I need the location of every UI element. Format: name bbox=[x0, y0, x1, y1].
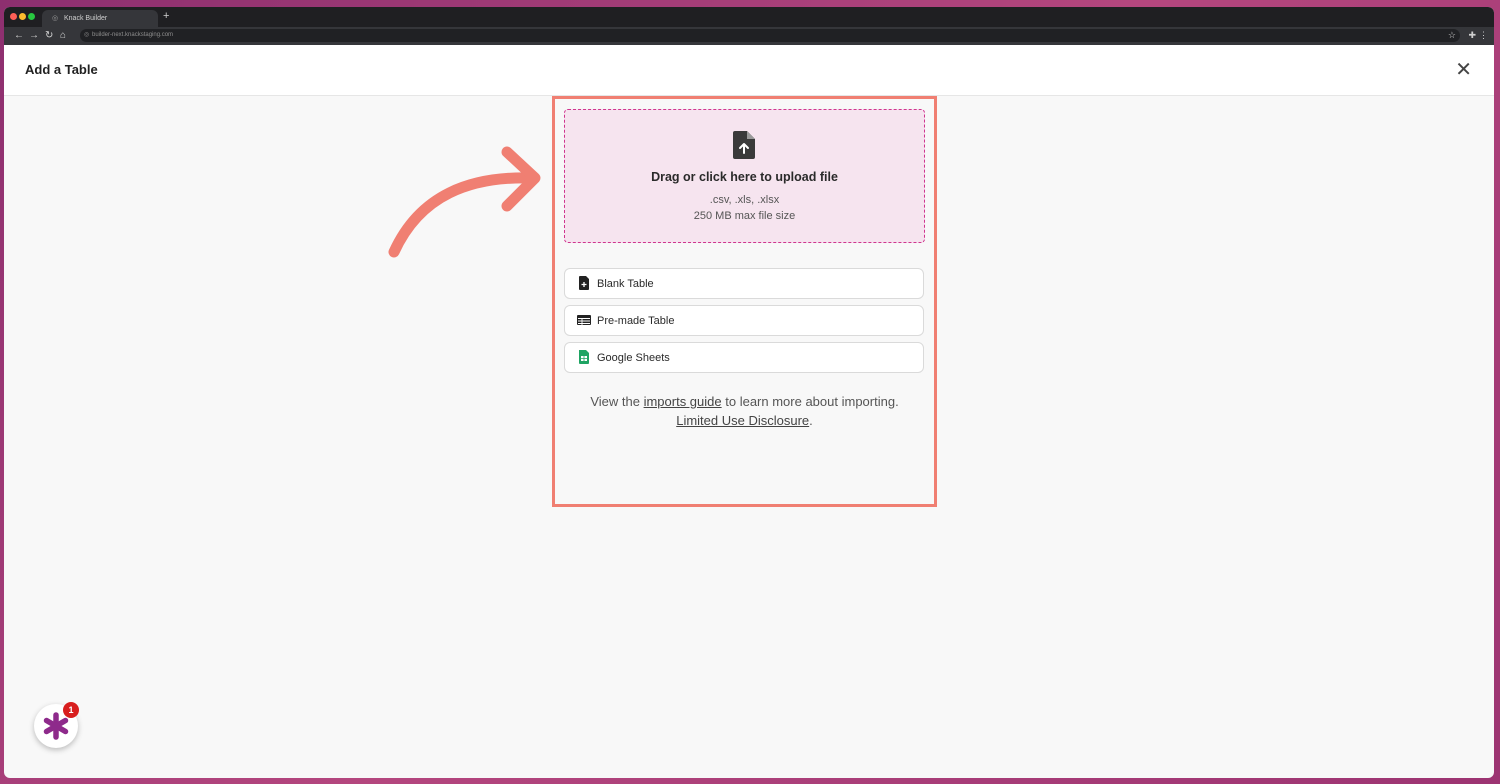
help-suffix: to learn more about importing. bbox=[725, 394, 899, 409]
forward-icon[interactable]: → bbox=[29, 30, 39, 41]
address-bar: ← → ↻ ⌂ ◎ builder-next.knackstaging.com … bbox=[4, 27, 1494, 45]
google-sheets-button[interactable]: Google Sheets bbox=[564, 342, 924, 373]
extensions-icon[interactable]: ✚ bbox=[1468, 30, 1476, 41]
browser-menu-icon[interactable]: ⋮ bbox=[1479, 30, 1488, 41]
file-plus-icon bbox=[579, 276, 589, 290]
browser-tab[interactable]: ◎ Knack Builder bbox=[42, 10, 158, 27]
upload-file-types: .csv, .xls, .xlsx bbox=[709, 194, 780, 206]
new-tab-icon[interactable]: + bbox=[163, 10, 169, 22]
url-text: builder-next.knackstaging.com bbox=[92, 32, 174, 38]
file-upload-icon bbox=[733, 131, 755, 159]
limited-use-disclosure-link[interactable]: Limited Use Disclosure bbox=[676, 413, 809, 428]
back-icon[interactable]: ← bbox=[14, 30, 24, 41]
upload-max-size: 250 MB max file size bbox=[693, 210, 796, 222]
notification-badge: 1 bbox=[63, 702, 79, 718]
google-sheets-label: Google Sheets bbox=[597, 352, 670, 364]
blank-table-label: Blank Table bbox=[597, 278, 654, 290]
premade-table-button[interactable]: Pre-made Table bbox=[564, 305, 924, 336]
disclosure-period: . bbox=[809, 413, 813, 428]
close-window-dot[interactable] bbox=[10, 13, 17, 20]
help-prefix: View the bbox=[590, 394, 640, 409]
site-info-icon[interactable]: ◎ bbox=[84, 29, 89, 42]
imports-guide-link[interactable]: imports guide bbox=[644, 394, 722, 409]
home-icon[interactable]: ⌂ bbox=[60, 30, 66, 41]
google-sheets-icon bbox=[579, 350, 589, 364]
bookmark-star-icon[interactable]: ☆ bbox=[1448, 30, 1456, 41]
annotation-arrow-icon bbox=[388, 146, 541, 258]
globe-icon: ◎ bbox=[52, 15, 59, 22]
tab-title: Knack Builder bbox=[64, 15, 108, 22]
reload-icon[interactable]: ↻ bbox=[45, 30, 53, 41]
table-icon bbox=[577, 315, 591, 325]
help-text: View the imports guide to learn more abo… bbox=[564, 394, 925, 409]
close-icon[interactable]: ✕ bbox=[1455, 57, 1472, 82]
upload-title: Drag or click here to upload file bbox=[651, 170, 838, 184]
disclosure-line: Limited Use Disclosure. bbox=[564, 413, 925, 428]
upload-dropzone[interactable]: Drag or click here to upload file .csv, … bbox=[564, 109, 925, 243]
maximize-window-dot[interactable] bbox=[28, 13, 35, 20]
modal-header: Add a Table ✕ bbox=[4, 45, 1494, 96]
blank-table-button[interactable]: Blank Table bbox=[564, 268, 924, 299]
premade-table-label: Pre-made Table bbox=[597, 315, 675, 327]
url-input[interactable]: ◎ builder-next.knackstaging.com bbox=[80, 29, 1460, 42]
browser-tab-bar: ◎ Knack Builder + bbox=[4, 7, 1494, 27]
page-title: Add a Table bbox=[25, 62, 98, 77]
minimize-window-dot[interactable] bbox=[19, 13, 26, 20]
